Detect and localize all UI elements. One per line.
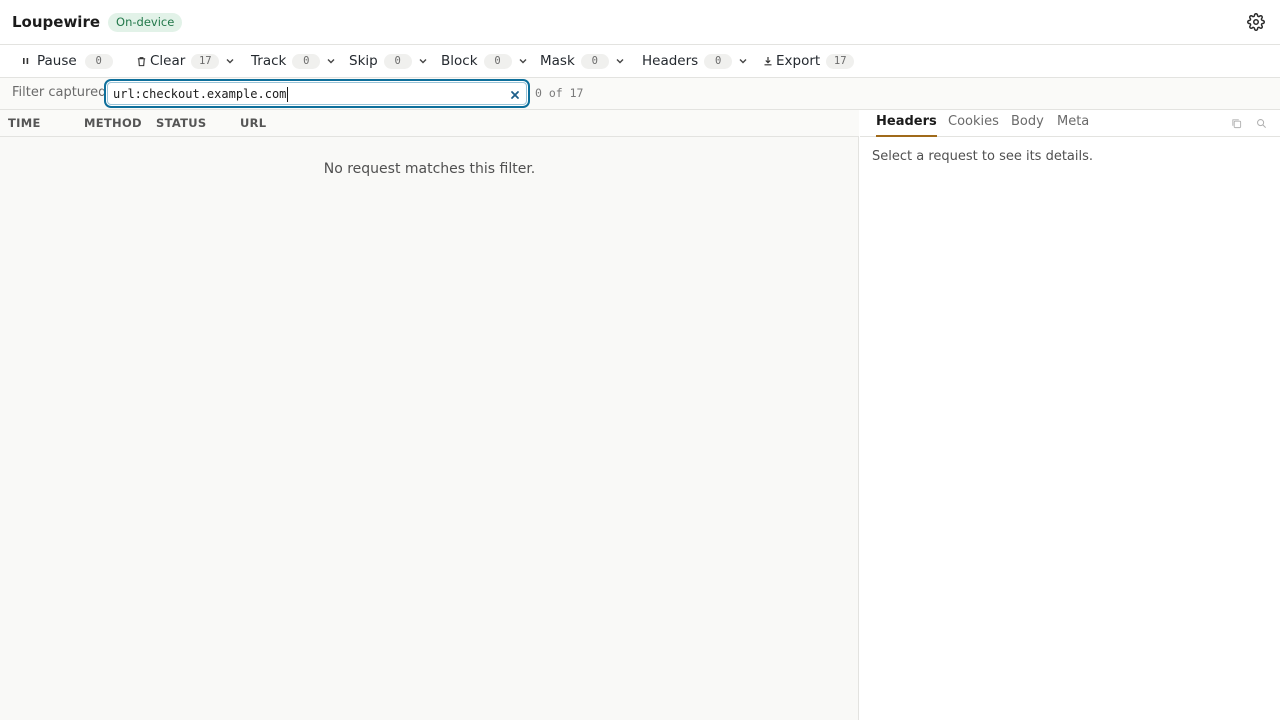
filter-bar: Filter captured 0 of 17 xyxy=(0,78,1280,110)
trash-icon xyxy=(136,56,147,67)
match-count: 0 of 17 xyxy=(535,86,584,100)
mode-badge: On-device xyxy=(108,12,183,32)
copy-icon xyxy=(1231,118,1241,128)
block-button[interactable]: Block 0 xyxy=(441,45,528,77)
column-method[interactable]: METHOD xyxy=(84,116,142,130)
export-button[interactable]: Export 17 xyxy=(763,45,855,77)
headers-count: 0 xyxy=(704,53,733,69)
block-label: Block xyxy=(441,53,478,69)
toolbar: Pause 0 Clear 17 Track 0 Skip 0 Block 0 xyxy=(0,45,1280,78)
chevron-down-icon[interactable] xyxy=(225,56,235,66)
column-status[interactable]: STATUS xyxy=(156,116,207,130)
tab-meta[interactable]: Meta xyxy=(1057,114,1089,137)
track-count: 0 xyxy=(292,53,321,69)
chevron-down-icon[interactable] xyxy=(518,56,528,66)
copy-button[interactable] xyxy=(1230,117,1242,129)
skip-button[interactable]: Skip 0 xyxy=(349,45,428,77)
pause-button[interactable]: Pause 0 xyxy=(21,45,113,77)
headers-label: Headers xyxy=(642,53,699,69)
app-title: Loupewire xyxy=(12,13,101,31)
pause-count: 0 xyxy=(84,53,113,69)
search-button[interactable] xyxy=(1255,117,1267,129)
tab-headers[interactable]: Headers xyxy=(876,114,937,137)
search-icon xyxy=(1256,118,1266,128)
export-label: Export xyxy=(776,53,821,69)
filter-label: Filter captured xyxy=(12,85,107,100)
chevron-down-icon[interactable] xyxy=(326,56,336,66)
gear-icon xyxy=(1247,13,1265,31)
export-count: 17 xyxy=(826,53,855,69)
detail-panel: Headers Cookies Body Meta Select a reque… xyxy=(860,110,1280,720)
filter-input[interactable] xyxy=(113,83,503,104)
settings-button[interactable] xyxy=(1246,12,1266,32)
skip-count: 0 xyxy=(383,53,412,69)
skip-label: Skip xyxy=(349,53,378,69)
request-list: TIME METHOD STATUS URL No request matche… xyxy=(0,110,859,720)
text-caret xyxy=(287,87,288,102)
detail-tabs: Headers Cookies Body Meta xyxy=(860,110,1280,137)
empty-list-message: No request matches this filter. xyxy=(323,161,536,177)
block-count: 0 xyxy=(483,53,512,69)
mask-button[interactable]: Mask 0 xyxy=(540,45,625,77)
detail-empty-message: Select a request to see its details. xyxy=(872,149,1094,164)
track-label: Track xyxy=(251,53,287,69)
chevron-down-icon[interactable] xyxy=(738,56,748,66)
clear-count: 17 xyxy=(191,53,220,69)
chevron-down-icon[interactable] xyxy=(418,56,428,66)
track-button[interactable]: Track 0 xyxy=(251,45,336,77)
list-header: TIME METHOD STATUS URL xyxy=(0,110,859,137)
headers-button[interactable]: Headers 0 xyxy=(642,45,748,77)
tab-body[interactable]: Body xyxy=(1011,114,1044,137)
filter-input-container xyxy=(104,79,530,108)
tab-cookies[interactable]: Cookies xyxy=(948,114,999,137)
clear-filter-button[interactable] xyxy=(508,88,521,101)
clear-label: Clear xyxy=(150,53,186,69)
pause-icon xyxy=(21,56,31,66)
clear-button[interactable]: Clear 17 xyxy=(136,45,235,77)
column-url[interactable]: URL xyxy=(240,116,266,130)
mask-count: 0 xyxy=(580,53,609,69)
app-header: Loupewire On-device xyxy=(0,0,1280,45)
download-icon xyxy=(763,56,773,66)
close-icon xyxy=(510,90,519,99)
pause-label: Pause xyxy=(37,53,77,69)
mask-label: Mask xyxy=(540,53,575,69)
chevron-down-icon[interactable] xyxy=(615,56,625,66)
column-time[interactable]: TIME xyxy=(8,116,41,130)
